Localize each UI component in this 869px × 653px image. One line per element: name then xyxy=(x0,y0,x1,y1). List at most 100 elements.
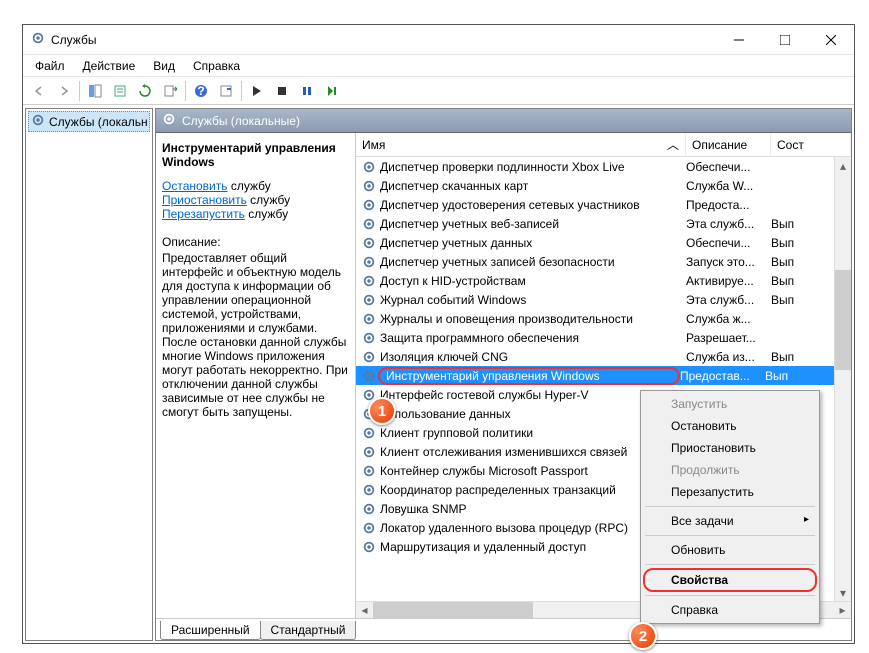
maximize-button[interactable] xyxy=(762,25,808,55)
description-text: Предоставляет общий интерфейс и объектну… xyxy=(162,251,349,419)
ctx-separator xyxy=(645,535,815,536)
toolbar: ? xyxy=(23,77,854,105)
description-label: Описание: xyxy=(162,235,349,249)
ctx-help[interactable]: Справка xyxy=(643,599,817,621)
scroll-thumb[interactable] xyxy=(835,270,851,370)
ctx-separator xyxy=(645,595,815,596)
gear-icon xyxy=(360,217,378,231)
scroll-right-icon[interactable]: ▸ xyxy=(834,602,851,619)
context-menu: Запустить Остановить Приостановить Продо… xyxy=(640,390,820,624)
service-desc: Запуск это... xyxy=(686,255,771,269)
forward-button[interactable] xyxy=(52,79,76,103)
scroll-left-icon[interactable]: ◂ xyxy=(356,602,373,619)
hscroll-thumb[interactable] xyxy=(373,602,533,619)
close-button[interactable] xyxy=(808,25,854,55)
gear-icon xyxy=(162,112,176,129)
main-header: Службы (локальные) xyxy=(156,109,851,133)
service-desc: Обеспечи... xyxy=(686,236,771,250)
column-header: Имя︿ Описание Сост xyxy=(356,133,851,157)
start-service-button[interactable] xyxy=(245,79,269,103)
service-desc: Разрешает... xyxy=(686,331,771,345)
pause-service-button[interactable] xyxy=(295,79,319,103)
gear-icon xyxy=(31,113,45,130)
service-row[interactable]: Доступ к HID-устройствамАктивируе...Вып xyxy=(356,271,851,290)
service-name: Инструментарий управления Windows xyxy=(378,367,680,385)
service-row[interactable]: Диспетчер проверки подлинности Xbox Live… xyxy=(356,157,851,176)
menu-action[interactable]: Действие xyxy=(75,57,144,75)
col-desc[interactable]: Описание xyxy=(686,133,771,156)
window-title: Службы xyxy=(51,33,716,47)
service-desc: Обеспечи... xyxy=(686,160,771,174)
main-header-title: Службы (локальные) xyxy=(182,114,300,128)
service-desc: Служба W... xyxy=(686,179,771,193)
service-name: Диспетчер удостоверения сетевых участник… xyxy=(378,198,686,212)
scroll-down-icon[interactable]: ▾ xyxy=(835,584,851,601)
service-row[interactable]: Защита программного обеспеченияРазрешает… xyxy=(356,328,851,347)
ctx-alltasks[interactable]: Все задачи xyxy=(643,510,817,532)
tab-standard[interactable]: Стандартный xyxy=(260,621,357,640)
minimize-button[interactable] xyxy=(716,25,762,55)
gear-icon xyxy=(360,464,378,478)
service-row[interactable]: Диспетчер скачанных картСлужба W... xyxy=(356,176,851,195)
service-desc: Предоста... xyxy=(686,198,771,212)
export-button[interactable] xyxy=(158,79,182,103)
service-name: Изоляция ключей CNG xyxy=(378,350,686,364)
ctx-pause[interactable]: Приостановить xyxy=(643,437,817,459)
service-row[interactable]: Журнал событий WindowsЭта служб...Вып xyxy=(356,290,851,309)
gear-icon xyxy=(360,369,378,383)
ctx-resume: Продолжить xyxy=(643,459,817,481)
help-button[interactable]: ? xyxy=(189,79,213,103)
vertical-scrollbar[interactable]: ▴ ▾ xyxy=(834,157,851,601)
gear-icon xyxy=(360,540,378,554)
menubar: Файл Действие Вид Справка xyxy=(23,55,854,77)
help2-button[interactable] xyxy=(214,79,238,103)
service-desc: Эта служб... xyxy=(686,293,771,307)
properties-toolbar-button[interactable] xyxy=(108,79,132,103)
ctx-refresh[interactable]: Обновить xyxy=(643,539,817,561)
gear-icon xyxy=(360,160,378,174)
refresh-button[interactable] xyxy=(133,79,157,103)
show-hide-tree-button[interactable] xyxy=(83,79,107,103)
service-row[interactable]: Изоляция ключей CNGСлужба из...Вып xyxy=(356,347,851,366)
gear-icon xyxy=(360,331,378,345)
back-button[interactable] xyxy=(27,79,51,103)
ctx-separator xyxy=(645,564,815,565)
tree-root[interactable]: Службы (локальн xyxy=(28,111,150,132)
ctx-restart[interactable]: Перезапустить xyxy=(643,481,817,503)
restart-link[interactable]: Перезапустить xyxy=(162,207,245,221)
gear-icon xyxy=(360,236,378,250)
service-row[interactable]: Журналы и оповещения производительностиС… xyxy=(356,309,851,328)
stop-link[interactable]: Остановить xyxy=(162,179,228,193)
ctx-properties[interactable]: Свойства xyxy=(643,568,817,592)
tab-extended[interactable]: Расширенный xyxy=(160,621,261,640)
gear-icon xyxy=(360,521,378,535)
restart-service-button[interactable] xyxy=(320,79,344,103)
service-name: Диспетчер скачанных карт xyxy=(378,179,686,193)
service-row[interactable]: Диспетчер учетных данныхОбеспечи...Вып xyxy=(356,233,851,252)
ctx-stop[interactable]: Остановить xyxy=(643,415,817,437)
service-name: Доступ к HID-устройствам xyxy=(378,274,686,288)
detail-pane: Инструментарий управления Windows Остано… xyxy=(156,133,356,618)
gear-icon xyxy=(360,445,378,459)
selected-service-name: Инструментарий управления Windows xyxy=(162,141,349,169)
menu-view[interactable]: Вид xyxy=(145,57,183,75)
service-desc: Служба из... xyxy=(686,350,771,364)
stop-service-button[interactable] xyxy=(270,79,294,103)
gear-icon xyxy=(360,483,378,497)
scroll-up-icon[interactable]: ▴ xyxy=(835,157,851,174)
service-name: Защита программного обеспечения xyxy=(378,331,686,345)
svg-text:?: ? xyxy=(197,84,204,98)
service-row[interactable]: Инструментарий управления WindowsПредост… xyxy=(356,366,851,385)
menu-help[interactable]: Справка xyxy=(185,57,248,75)
menu-file[interactable]: Файл xyxy=(27,57,73,75)
col-name[interactable]: Имя︿ xyxy=(356,133,686,156)
service-name: Диспетчер учетных данных xyxy=(378,236,686,250)
pause-link[interactable]: Приостановить xyxy=(162,193,247,207)
annotation-badge-2: 2 xyxy=(629,622,657,650)
service-desc: Служба ж... xyxy=(686,312,771,326)
service-row[interactable]: Диспетчер учетных записей безопасностиЗа… xyxy=(356,252,851,271)
col-state[interactable]: Сост xyxy=(771,133,851,156)
service-row[interactable]: Диспетчер удостоверения сетевых участник… xyxy=(356,195,851,214)
tree-pane[interactable]: Службы (локальн xyxy=(25,108,153,641)
service-row[interactable]: Диспетчер учетных веб-записейЭта служб..… xyxy=(356,214,851,233)
